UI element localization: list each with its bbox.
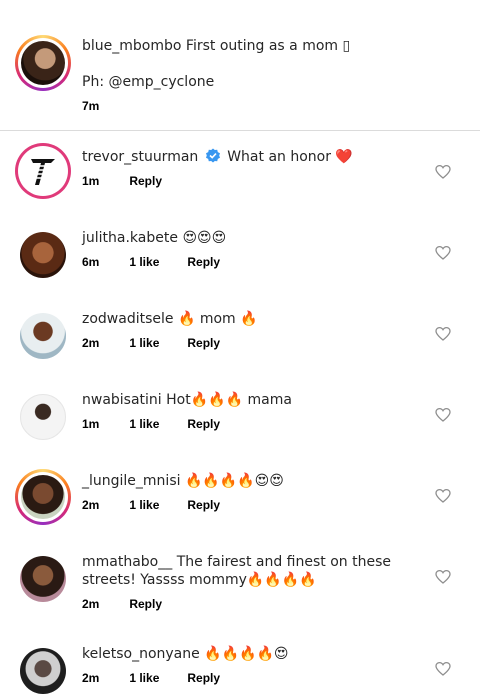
comment-row: nwabisatini Hot🔥🔥🔥 mama 1m 1 like Reply xyxy=(0,374,480,455)
like-heart-icon[interactable] xyxy=(435,326,451,342)
comment-row: zodwaditsele 🔥 mom 🔥 2m 1 like Reply xyxy=(0,293,480,374)
comment-username[interactable]: mmathabo__ xyxy=(82,554,172,570)
caption-username[interactable]: blue_mbombo xyxy=(82,38,181,54)
comment-username[interactable]: _lungile_mnisi xyxy=(82,473,181,489)
like-heart-icon[interactable] xyxy=(435,488,451,504)
comment-username[interactable]: julitha.kabete xyxy=(82,230,178,246)
avatar[interactable] xyxy=(20,556,66,602)
like-heart-icon[interactable] xyxy=(435,407,451,423)
reply-button[interactable]: Reply xyxy=(187,336,220,350)
comment-text: 🔥 mom 🔥 xyxy=(177,311,258,327)
comment-time: 2m xyxy=(82,671,100,685)
avatar[interactable] xyxy=(20,313,66,359)
like-heart-icon[interactable] xyxy=(435,164,451,180)
comment-text: 🔥🔥🔥🔥😍😍 xyxy=(184,473,284,489)
comment-text: The fairest and finest on these xyxy=(176,554,391,570)
reply-button[interactable]: Reply xyxy=(187,671,220,685)
reply-button[interactable]: Reply xyxy=(187,255,220,269)
comment-time: 2m xyxy=(82,597,100,611)
comment-text: Hot🔥🔥🔥 mama xyxy=(166,392,292,408)
like-count[interactable]: 1 like xyxy=(129,255,159,269)
comment-username[interactable]: nwabisatini xyxy=(82,392,162,408)
reply-button[interactable]: Reply xyxy=(129,597,162,611)
comment-row: _lungile_mnisi 🔥🔥🔥🔥😍😍 2m 1 like Reply xyxy=(0,455,480,536)
comment-row: keletso_nonyane 🔥🔥🔥🔥😍 2m 1 like Reply xyxy=(0,628,480,694)
avatar[interactable] xyxy=(21,149,65,193)
like-count[interactable]: 1 like xyxy=(129,498,159,512)
avatar[interactable] xyxy=(20,648,66,694)
verified-badge-icon xyxy=(205,148,220,163)
comment-username[interactable]: keletso_nonyane xyxy=(82,646,200,662)
comment-row: mmathabo__ The fairest and finest on the… xyxy=(0,536,480,634)
comment-username[interactable]: zodwaditsele xyxy=(82,311,174,327)
reply-button[interactable]: Reply xyxy=(187,498,220,512)
avatar[interactable] xyxy=(21,475,65,519)
comment-username[interactable]: trevor_stuurman xyxy=(82,149,198,165)
comment-time: 2m xyxy=(82,498,100,512)
reply-button[interactable]: Reply xyxy=(187,417,220,431)
story-ring[interactable] xyxy=(15,143,71,199)
like-heart-icon[interactable] xyxy=(435,569,451,585)
comment-time: 2m xyxy=(82,336,100,350)
comment-row: julitha.kabete 😍😍😍 6m 1 like Reply xyxy=(0,212,480,293)
comment-text: 😍😍😍 xyxy=(182,230,227,246)
reply-button[interactable]: Reply xyxy=(129,174,162,188)
caption-credit: Ph: @emp_cyclone xyxy=(82,74,215,90)
like-count[interactable]: 1 like xyxy=(129,671,159,685)
like-count[interactable]: 1 like xyxy=(129,417,159,431)
avatar[interactable] xyxy=(20,232,66,278)
comment-text: 🔥🔥🔥🔥😍 xyxy=(204,646,289,662)
comment-time: 6m xyxy=(82,255,100,269)
avatar[interactable] xyxy=(21,41,65,85)
comment-time: 1m xyxy=(82,417,100,431)
story-ring[interactable] xyxy=(15,469,71,525)
trevor-logo-icon xyxy=(31,159,55,185)
story-ring[interactable] xyxy=(15,35,71,91)
caption-text: First outing as a mom ▯ xyxy=(185,38,351,54)
comment-row: trevor_stuurman What an honor ❤️ 1m Reply xyxy=(0,131,480,212)
like-heart-icon[interactable] xyxy=(435,245,451,261)
like-heart-icon[interactable] xyxy=(435,661,451,677)
comment-text: What an honor ❤️ xyxy=(227,149,353,165)
comment-text-continued: streets! Yassss mommy🔥🔥🔥🔥 xyxy=(82,572,317,588)
like-count[interactable]: 1 like xyxy=(129,336,159,350)
avatar[interactable] xyxy=(20,394,66,440)
post-caption: blue_mbombo First outing as a mom ▯ Ph: … xyxy=(0,0,480,131)
caption-time: 7m xyxy=(82,99,100,113)
comment-time: 1m xyxy=(82,174,100,188)
